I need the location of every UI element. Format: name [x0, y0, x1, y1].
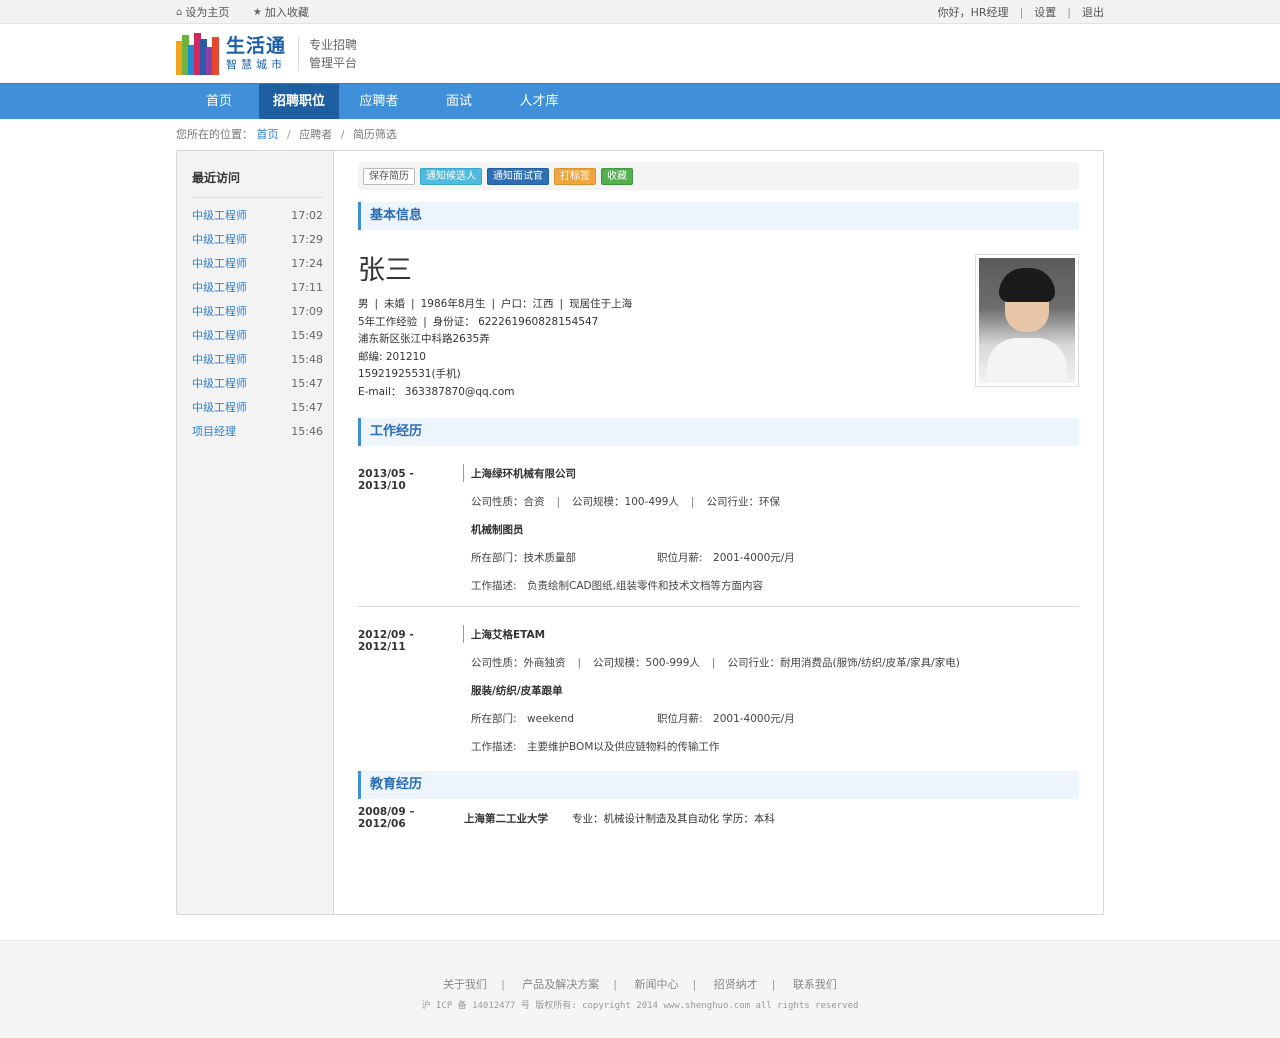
breadcrumb: 您所在的位置： 首页 / 应聘者 / 简历筛选: [176, 128, 397, 141]
work-entry: 2012/09 - 2012/11 上海艾格ETAM 公司性质：外商独资 | 公司规…: [358, 607, 1079, 767]
education-detail: 专业：机械设计制造及其自动化 学历：本科: [572, 812, 775, 825]
dept-salary: 所在部门: weekend 职位月薪: 2001-4000元/月: [471, 713, 795, 725]
nav-item-home[interactable]: 首页: [179, 84, 259, 119]
main-nav: 首页 招聘职位 应聘者 面试 人才库: [0, 83, 1280, 119]
footer-link-contact[interactable]: 联系我们: [793, 978, 837, 991]
position-title: 服装/纺织/皮革跟单: [471, 685, 563, 697]
divider: |: [1067, 5, 1071, 19]
nav-item-jobs[interactable]: 招聘职位: [259, 84, 339, 119]
recent-item[interactable]: 中级工程师 17:09: [192, 300, 323, 324]
top-bar: ⌂ 设为主页 ★ 加入收藏 你好，HR经理 | 设置 | 退出: [0, 0, 1280, 24]
candidate-name: 张三: [358, 255, 412, 286]
address: 浦东新区张江中科路2635弄: [358, 333, 490, 345]
email: E-mail： 363387870@qq.com: [358, 385, 515, 398]
company-name: 上海绿环机械有限公司: [471, 468, 576, 480]
company-info: 公司性质：外商独资 | 公司规模：500-999人 | 公司行业：耐用消费品(服饰/纺织…: [471, 657, 960, 669]
work-period: 2013/05 - 2013/10: [358, 468, 414, 492]
work-description: 工作描述: 负责绘制CAD图纸,组装零件和技术文档等方面内容: [471, 580, 763, 592]
user-greeting: 你好，HR经理: [937, 6, 1009, 19]
work-description: 工作描述: 主要维护BOM以及供应链物料的传输工作: [471, 741, 720, 753]
footer-link-about[interactable]: 关于我们: [443, 978, 487, 991]
notify-candidate-button[interactable]: 通知候选人: [420, 167, 482, 185]
section-title-education: 教育经历: [358, 771, 1079, 799]
experience-line: 5年工作经验 | 身份证： 622261960828154547: [358, 315, 599, 328]
section-title-work: 工作经历: [358, 418, 1079, 446]
logout-link[interactable]: 退出: [1082, 4, 1104, 20]
notify-interviewer-button[interactable]: 通知面试官: [487, 167, 549, 185]
work-entry: 2013/05 - 2013/10 上海绿环机械有限公司 公司性质：合资 | 公司规…: [358, 446, 1079, 606]
breadcrumb-home[interactable]: 首页: [257, 128, 279, 141]
copyright: 沪 ICP 备 14012477 号 版权所有: copyright 2014 …: [421, 1001, 859, 1011]
recent-visits-sidebar: 最近访问 中级工程师 17:02 中级工程师 17:29 中级工程师 17:24 中级…: [177, 151, 334, 914]
breadcrumb-applicants[interactable]: 应聘者: [299, 128, 332, 141]
dept-salary: 所在部门：技术质量部 职位月薪: 2001-4000元/月: [471, 552, 795, 564]
logo-subtitle: 智慧城市: [226, 58, 286, 71]
recent-item[interactable]: 中级工程师 15:48: [192, 348, 323, 372]
section-title-basic: 基本信息: [358, 202, 1079, 230]
resume-content: 保存简历 通知候选人 通知面试官 打标签 收藏 基本信息 张三 男 | 未婚 | 198…: [334, 151, 1103, 914]
footer-links: 关于我们 | 产品及解决方案 | 新闻中心 | 招贤纳才 | 联系我们: [443, 978, 837, 991]
recent-item[interactable]: 中级工程师 15:47: [192, 396, 323, 420]
education-entry: 2008/09 – 2012/06 上海第二工业大学 专业：机械设计制造及其自动…: [358, 799, 1079, 837]
candidate-photo: [975, 254, 1079, 387]
nav-item-interview[interactable]: 面试: [419, 84, 499, 119]
star-icon: ★: [252, 6, 262, 18]
zipcode: 邮编: 201210: [358, 350, 426, 363]
footer-link-careers[interactable]: 招贤纳才: [714, 978, 758, 991]
save-resume-button[interactable]: 保存简历: [363, 167, 415, 185]
phone: 15921925531(手机): [358, 368, 461, 380]
sidebar-title: 最近访问: [192, 151, 323, 198]
recent-item[interactable]: 中级工程师 17:24: [192, 252, 323, 276]
nav-item-applicants[interactable]: 应聘者: [339, 84, 419, 119]
logo-title: 生活通: [226, 35, 287, 57]
resume-toolbar: 保存简历 通知候选人 通知面试官 打标签 收藏: [358, 162, 1079, 190]
recent-item[interactable]: 中级工程师 17:02: [192, 204, 323, 228]
nav-item-talent-pool[interactable]: 人才库: [499, 84, 579, 119]
main-panel: 最近访问 中级工程师 17:02 中级工程师 17:29 中级工程师 17:24 中级…: [176, 150, 1104, 915]
footer: 关于我们 | 产品及解决方案 | 新闻中心 | 招贤纳才 | 联系我们 沪 ICP 备 …: [0, 940, 1280, 1038]
school-name: 上海第二工业大学: [464, 812, 548, 825]
breadcrumb-current: 简历筛选: [352, 128, 397, 141]
favorite-button[interactable]: 收藏: [601, 167, 633, 185]
logo-divider: [298, 36, 300, 71]
personal-line: 男 | 未婚 | 1986年8月生 | 户口：江西 | 现居住于上海: [358, 298, 633, 310]
company-name: 上海艾格ETAM: [471, 629, 546, 641]
recent-item[interactable]: 中级工程师 17:11: [192, 276, 323, 300]
recent-item[interactable]: 中级工程师 17:29: [192, 228, 323, 252]
recent-item[interactable]: 项目经理 15:46: [192, 420, 323, 444]
home-icon: ⌂: [176, 6, 183, 18]
footer-link-products[interactable]: 产品及解决方案: [522, 978, 599, 991]
settings-link[interactable]: 设置: [1034, 4, 1056, 20]
tag-button[interactable]: 打标签: [554, 167, 596, 185]
add-favorite-link[interactable]: ★ 加入收藏: [253, 4, 319, 20]
education-period: 2008/09 – 2012/06: [358, 806, 415, 830]
slogan: 专业招聘 管理平台: [309, 37, 358, 70]
header: 生活通 智慧城市 专业招聘 管理平台: [0, 24, 1280, 83]
recent-item[interactable]: 中级工程师 15:47: [192, 372, 323, 396]
basic-info: 张三 男 | 未婚 | 1986年8月生 | 户口：江西 | 现居住于上海 5年工作经验 | 身份证…: [358, 230, 1079, 418]
divider: |: [1019, 5, 1024, 19]
logo[interactable]: 生活通 智慧城市: [176, 32, 287, 75]
logo-mark-icon: [176, 32, 220, 75]
set-home-link[interactable]: ⌂ 设为主页: [176, 4, 239, 20]
work-period: 2012/09 - 2012/11: [358, 629, 414, 653]
company-info: 公司性质：合资 | 公司规模：100-499人 | 公司行业：环保: [471, 496, 780, 508]
position-title: 机械制图员: [471, 524, 524, 536]
footer-link-news[interactable]: 新闻中心: [635, 978, 679, 991]
recent-item[interactable]: 中级工程师 15:49: [192, 324, 323, 348]
